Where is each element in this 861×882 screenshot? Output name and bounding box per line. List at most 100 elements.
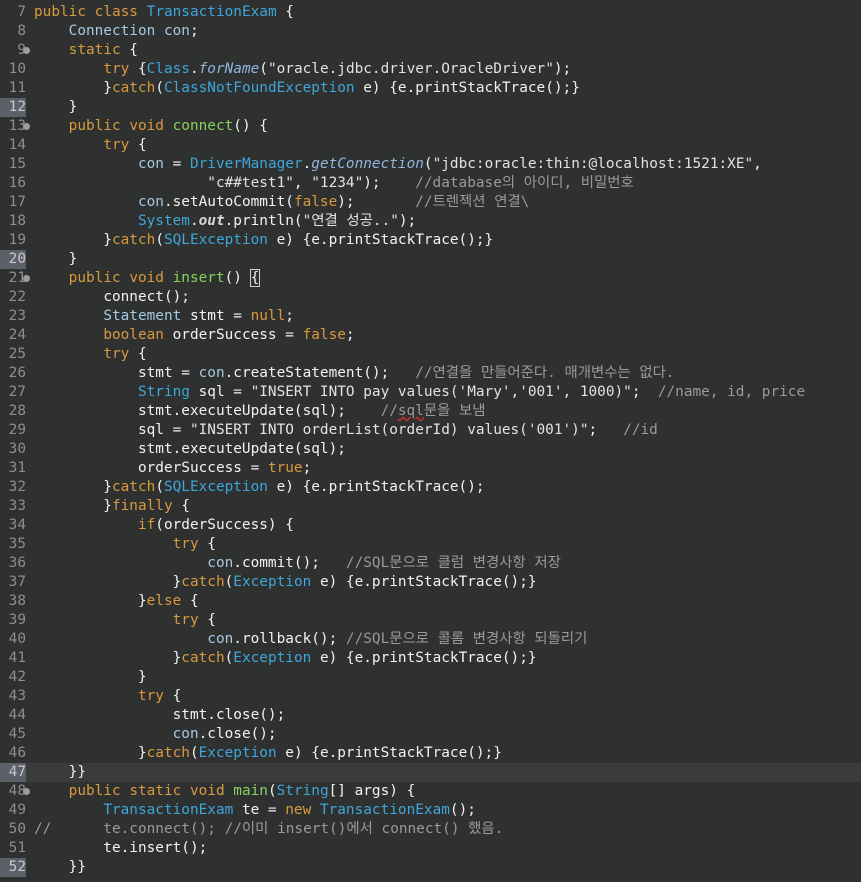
code-token: { bbox=[198, 612, 216, 628]
code-text: } bbox=[34, 250, 78, 269]
code-line[interactable]: 41 }catch(Exception e) {e.printStackTrac… bbox=[0, 649, 861, 668]
code-line[interactable]: 24 boolean orderSuccess = false; bbox=[0, 326, 861, 345]
code-line[interactable]: 21 public void insert() { bbox=[0, 269, 861, 288]
code-line[interactable]: 13 public void connect() { bbox=[0, 117, 861, 136]
code-line[interactable]: 50 // te.connect(); //이미 insert()에서 conne… bbox=[0, 820, 861, 839]
code-line[interactable]: 47 }} bbox=[0, 763, 861, 782]
code-text: con.setAutoCommit(false); //트렌젝션 연결\ bbox=[34, 193, 529, 212]
code-token: .commit(); bbox=[233, 555, 346, 571]
code-text: stmt = con.createStatement(); //연결을 만들어준… bbox=[34, 364, 675, 383]
code-line[interactable]: 48 public static void main(String[] args… bbox=[0, 782, 861, 801]
code-line[interactable]: 52 }} bbox=[0, 858, 861, 877]
code-token: con bbox=[207, 631, 234, 647]
code-line[interactable]: 30 stmt.executeUpdate(sql); bbox=[0, 440, 861, 459]
code-line[interactable]: 39 try { bbox=[0, 611, 861, 630]
code-line[interactable]: 26 stmt = con.createStatement(); //연결을 만… bbox=[0, 364, 861, 383]
code-line[interactable]: 15 con = DriverManager.getConnection("jd… bbox=[0, 155, 861, 174]
code-token: //트렌젝션 연결\ bbox=[415, 194, 530, 210]
code-line[interactable]: 32 }catch(SQLException e) {e.printStackT… bbox=[0, 478, 861, 497]
code-token: con bbox=[172, 726, 199, 742]
fold-toggle-icon[interactable] bbox=[23, 47, 30, 54]
code-line[interactable]: 51 te.insert(); bbox=[0, 839, 861, 858]
code-line[interactable]: 20 } bbox=[0, 250, 861, 269]
code-line[interactable]: 42 } bbox=[0, 668, 861, 687]
code-line[interactable]: 35 try { bbox=[0, 535, 861, 554]
code-line[interactable]: 16 "c##test1", "1234"); //database의 아이디,… bbox=[0, 174, 861, 193]
code-line[interactable]: 12 } bbox=[0, 98, 861, 117]
code-token: (); bbox=[449, 802, 476, 818]
code-token: //SQL문으로 클럼 변경사항 저장 bbox=[345, 555, 561, 571]
code-token: con bbox=[137, 156, 164, 172]
code-token: "jdbc:oracle:thin:@localhost:1521:XE" bbox=[432, 156, 754, 172]
code-text: stmt.executeUpdate(sql); //sql문을 보냄 bbox=[34, 402, 486, 421]
code-token: try bbox=[172, 612, 199, 628]
code-line[interactable]: 28 stmt.executeUpdate(sql); //sql문을 보냄 bbox=[0, 402, 861, 421]
code-token: ; bbox=[631, 384, 658, 400]
code-line[interactable]: 18 System.out.println("연결 성공.."); bbox=[0, 212, 861, 231]
code-token: TransactionExam bbox=[319, 802, 450, 818]
code-line[interactable]: 19 }catch(SQLException e) {e.printStackT… bbox=[0, 231, 861, 250]
code-token: // te.connect(); //이미 insert()에서 connect… bbox=[34, 821, 504, 837]
code-token: ( bbox=[155, 479, 164, 495]
code-line[interactable]: 49 TransactionExam te = new TransactionE… bbox=[0, 801, 861, 820]
code-token: getConnection bbox=[311, 156, 424, 172]
code-token: ; bbox=[285, 308, 294, 324]
code-line[interactable]: 33 }finally { bbox=[0, 497, 861, 516]
code-line[interactable]: 37 }catch(Exception e) {e.printStackTrac… bbox=[0, 573, 861, 592]
code-line[interactable]: 46 }catch(Exception e) {e.printStackTrac… bbox=[0, 744, 861, 763]
code-token: { bbox=[163, 688, 182, 704]
code-line[interactable]: 7 public class TransactionExam { bbox=[0, 3, 861, 22]
code-line[interactable]: 44 stmt.close(); bbox=[0, 706, 861, 725]
code-line[interactable]: 45 con.close(); bbox=[0, 725, 861, 744]
code-line[interactable]: 10 try {Class.forName("oracle.jdbc.drive… bbox=[0, 60, 861, 79]
code-text: String sql = "INSERT INTO pay values('Ma… bbox=[34, 383, 805, 402]
line-number: 8 bbox=[17, 23, 26, 39]
line-number: 17 bbox=[8, 194, 26, 210]
code-text: }catch(Exception e) {e.printStackTrace()… bbox=[34, 573, 537, 592]
code-line[interactable]: 23 Statement stmt = null; bbox=[0, 307, 861, 326]
code-line[interactable]: 29 sql = "INSERT INTO orderList(orderId)… bbox=[0, 421, 861, 440]
fold-toggle-icon[interactable] bbox=[23, 123, 30, 130]
code-line[interactable]: 38 }else { bbox=[0, 592, 861, 611]
code-line[interactable]: 17 con.setAutoCommit(false); //트렌젝션 연결\ bbox=[0, 193, 861, 212]
code-token: TransactionExam bbox=[103, 802, 234, 818]
code-token: ; bbox=[345, 327, 355, 343]
code-line[interactable]: 25 try { bbox=[0, 345, 861, 364]
code-line[interactable]: 34 if(orderSuccess) { bbox=[0, 516, 861, 535]
fold-toggle-icon[interactable] bbox=[23, 275, 30, 282]
code-line[interactable]: 9 static { bbox=[0, 41, 861, 60]
code-text: System.out.println("연결 성공.."); bbox=[34, 212, 416, 231]
code-editor[interactable]: 7 public class TransactionExam {8 Connect… bbox=[0, 0, 861, 882]
code-line[interactable]: 22 connect(); bbox=[0, 288, 861, 307]
code-token: .rollback(); bbox=[233, 631, 346, 647]
line-number: 40 bbox=[8, 631, 26, 647]
line-number: 50 bbox=[8, 821, 26, 837]
code-token: connect bbox=[103, 289, 164, 305]
code-token: void bbox=[129, 118, 164, 134]
code-line[interactable]: 43 try { bbox=[0, 687, 861, 706]
code-token: con bbox=[163, 23, 190, 39]
code-line[interactable]: 14 try { bbox=[0, 136, 861, 155]
code-line[interactable]: 8 Connection con; bbox=[0, 22, 861, 41]
fold-toggle-icon[interactable] bbox=[23, 788, 30, 795]
code-line[interactable]: 27 String sql = "INSERT INTO pay values(… bbox=[0, 383, 861, 402]
code-text: try { bbox=[34, 687, 181, 706]
line-number: 10 bbox=[8, 61, 26, 77]
line-number: 35 bbox=[8, 536, 26, 552]
code-token: } bbox=[34, 251, 78, 267]
code-token: false bbox=[293, 194, 338, 210]
code-text: if(orderSuccess) { bbox=[34, 516, 294, 535]
code-line[interactable]: 36 con.commit(); //SQL문으로 클럼 변경사항 저장 bbox=[0, 554, 861, 573]
line-number: 33 bbox=[8, 498, 26, 514]
code-token: { bbox=[172, 498, 190, 514]
code-line[interactable]: 31 orderSuccess = true; bbox=[0, 459, 861, 478]
code-line[interactable]: 40 con.rollback(); //SQL문으로 콜롬 변경사항 되돌리기 bbox=[0, 630, 861, 649]
code-line[interactable]: 11 }catch(ClassNotFoundException e) {e.p… bbox=[0, 79, 861, 98]
